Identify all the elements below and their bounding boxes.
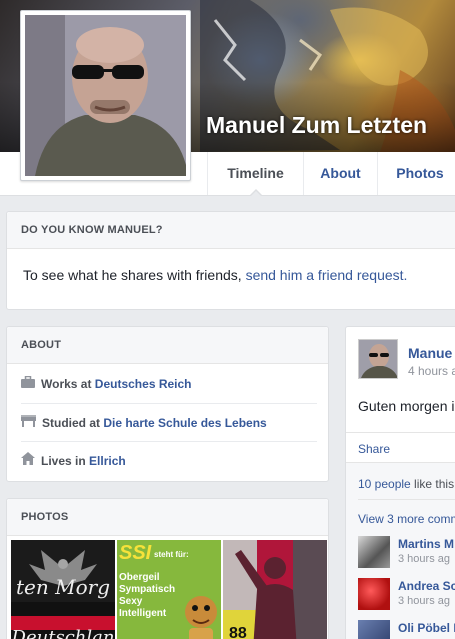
friend-request-card: DO YOU KNOW MANUEL? To see what he share… (6, 211, 455, 310)
about-item-work: Works at Deutsches Reich (21, 365, 317, 403)
about-item-education-link[interactable]: Die harte Schule des Lebens (103, 416, 266, 430)
photo-tile-2-line: Sexy (119, 596, 143, 607)
post-text: Guten morgen i (358, 398, 455, 414)
photo-tile-1-caption-bottom: Deutschlan (11, 627, 115, 639)
divider (346, 432, 455, 433)
about-item-education-label: Studied at (42, 416, 104, 430)
photos-card: PHOTOS ten Morg Deutschlan SSI steht für… (6, 498, 329, 639)
post-author-name[interactable]: Manue (408, 345, 452, 361)
tab-about[interactable]: About (303, 152, 377, 195)
comment-item: Oli Pöbel M (358, 620, 455, 639)
share-link[interactable]: Share (358, 442, 390, 456)
photo-tile-2-line: Intelligent (119, 608, 167, 619)
divider (346, 462, 455, 463)
comment-author[interactable]: Andrea Sc (398, 579, 455, 593)
photo-tile-2-line: Obergeil (119, 572, 160, 583)
comment-avatar[interactable] (358, 536, 390, 568)
photo-tile-2-caption-small: steht für: (154, 550, 189, 559)
profile-picture[interactable] (20, 10, 191, 181)
photo-tile-1-caption-top: ten Morg (16, 575, 110, 599)
friend-request-card-title: DO YOU KNOW MANUEL? (7, 212, 455, 249)
about-item-education: Studied at Die harte Schule des Lebens (21, 404, 317, 442)
about-item-work-label: Works at (41, 377, 95, 391)
profile-name[interactable]: Manuel Zum Letzten (206, 112, 427, 139)
photo-tile-3-caption: 88 (229, 625, 247, 639)
about-card: ABOUT Works at Deutsches Reich Studied a… (6, 326, 329, 482)
photo-tile-2[interactable]: SSI steht für: Obergeil Sympatisch Sexy … (117, 540, 221, 639)
photo-tile-2-lines: Obergeil Sympatisch Sexy Intelligent (119, 572, 175, 620)
post-timestamp[interactable]: 4 hours a (408, 364, 455, 378)
about-item-location: Lives in Ellrich (21, 442, 317, 480)
about-item-work-link[interactable]: Deutsches Reich (95, 377, 192, 391)
post-likes: 10 people like this (358, 477, 454, 491)
comment-author[interactable]: Martins M (398, 537, 454, 551)
about-item-location-link[interactable]: Ellrich (89, 454, 126, 468)
tab-photos[interactable]: Photos (377, 152, 455, 195)
photo-tile-3[interactable]: 88 (223, 540, 327, 639)
comment-timestamp[interactable]: 3 hours ag (398, 553, 450, 565)
school-icon (21, 404, 36, 442)
view-more-comments-link[interactable]: View 3 more comm (358, 512, 455, 526)
likes-link[interactable]: 10 people (358, 477, 411, 491)
likes-text: like this (410, 477, 455, 491)
divider (358, 499, 455, 500)
comment-author[interactable]: Oli Pöbel M (398, 621, 455, 635)
comment-item: Martins M 3 hours ag (358, 536, 455, 570)
home-icon (21, 442, 35, 480)
tab-timeline[interactable]: Timeline (207, 152, 303, 197)
send-friend-request-link[interactable]: send him a friend request. (246, 267, 408, 283)
friend-request-prefix: To see what he shares with friends, (23, 267, 246, 283)
about-item-location-label: Lives in (41, 454, 90, 468)
about-card-title: ABOUT (7, 327, 328, 364)
post-author-avatar[interactable] (358, 339, 398, 379)
comment-avatar[interactable] (358, 578, 390, 610)
photo-tile-2-line: Sympatisch (119, 584, 176, 595)
comment-item: Andrea Sc 3 hours ag (358, 578, 455, 612)
timeline-post: Manue 4 hours a Guten morgen i Share 10 … (345, 326, 455, 639)
friend-request-text: To see what he shares with friends, send… (23, 267, 407, 283)
comment-timestamp[interactable]: 3 hours ag (398, 595, 450, 607)
photo-tile-2-caption-big: SSI (119, 542, 152, 564)
comment-avatar[interactable] (358, 620, 390, 639)
briefcase-icon (21, 365, 35, 403)
photo-tile-1[interactable]: ten Morg Deutschlan (11, 540, 115, 639)
photos-card-title: PHOTOS (7, 499, 328, 536)
profile-picture-image (25, 15, 186, 176)
